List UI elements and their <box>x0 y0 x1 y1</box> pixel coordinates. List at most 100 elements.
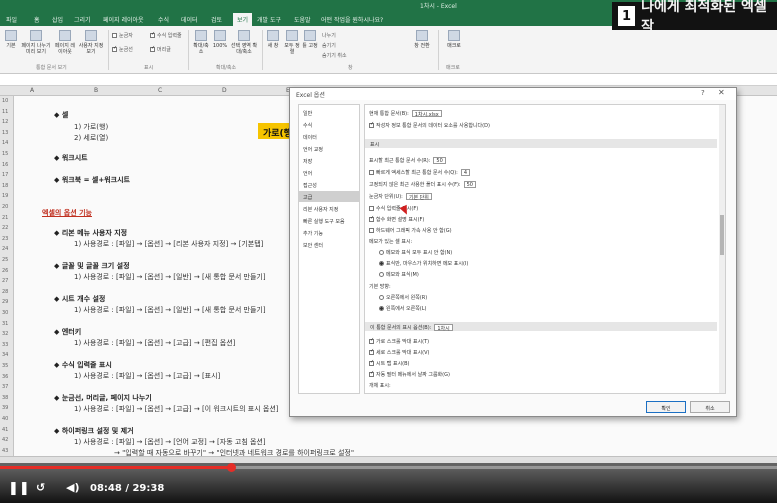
option-checkbox[interactable]: 세로 스크롤 막대 표시(V) <box>369 349 430 356</box>
tab-8[interactable]: 보기 <box>233 13 253 26</box>
tab-7[interactable]: 검토 <box>211 15 222 24</box>
help-icon[interactable]: ? <box>701 89 705 97</box>
column-header[interactable]: B <box>94 87 98 94</box>
sheet-title[interactable]: 엑셀의 옵션 기능 <box>42 208 92 218</box>
tab-11[interactable]: 어떤 작업을 원하시나요? <box>321 15 383 24</box>
arrange-all-button[interactable]: 모두 정렬 <box>284 30 300 55</box>
section-heading[interactable]: ◆ 눈금선, 머리글, 페이지 나누기 <box>54 393 152 403</box>
row-header[interactable]: 43 <box>2 448 8 454</box>
option-checkbox[interactable]: 작성자 정보 통합 문서의 데이터 요소를 사용합니다(D) <box>369 122 490 129</box>
section-heading[interactable]: ◆ 하이퍼링크 설정 및 제거 <box>54 426 134 436</box>
path-line[interactable]: 1) 사용경로 : [파일] → [옵션] → [고급] → [이 워크시트의 … <box>74 404 279 414</box>
formula-bar-checkbox[interactable]: 수식 입력줄 <box>150 32 182 39</box>
section-heading[interactable]: ◆ 시트 개수 설정 <box>54 294 105 304</box>
path-line[interactable]: 1) 사용경로 : [파일] → [옵션] → [고급] → [편집 옵션] <box>74 338 235 348</box>
option-checkbox[interactable]: 가로 스크롤 막대 표시(T) <box>369 338 429 345</box>
switch-windows-button[interactable]: 창 전환 <box>412 30 432 49</box>
option-value-box[interactable]: 기본 단위 <box>405 193 432 201</box>
close-icon[interactable]: ✕ <box>718 88 725 97</box>
section-heading[interactable]: ◆ 엔터키 <box>54 327 81 337</box>
section-heading[interactable]: ◆ 수식 입력줄 표시 <box>54 360 112 370</box>
option-radio[interactable]: 오른쪽에서 왼쪽(R) <box>379 294 427 301</box>
row-header[interactable]: 39 <box>2 405 8 411</box>
row-header[interactable]: 16 <box>2 162 8 168</box>
nav-item[interactable]: 언어 <box>299 167 359 178</box>
row-header[interactable]: 19 <box>2 193 8 199</box>
ruler-checkbox[interactable]: 눈금자 <box>112 32 133 39</box>
path-line[interactable]: 1) 가로(행) <box>74 122 108 132</box>
option-checkbox[interactable]: 함수 화면 설명 표시(F) <box>369 216 424 223</box>
path-line[interactable]: 1) 사용경로 : [파일] → [옵션] → [고급] → [표시] <box>74 371 220 381</box>
volume-icon[interactable]: ◀) <box>66 481 80 494</box>
nav-item[interactable]: 데이터 <box>299 131 359 142</box>
progress-knob[interactable] <box>226 463 236 472</box>
zoom-button[interactable]: 확대/축소 <box>192 30 210 55</box>
tab-5[interactable]: 수식 <box>158 15 169 24</box>
tab-9[interactable]: 개발 도구 <box>257 15 281 24</box>
nav-item[interactable]: 리본 사용자 지정 <box>299 203 359 214</box>
pause-icon[interactable]: ❚❚ <box>8 481 30 496</box>
row-header[interactable]: 30 <box>2 310 8 316</box>
option-radio[interactable]: 메모와 표식 모두 표시 안 함(N) <box>379 249 452 256</box>
tab-10[interactable]: 도움말 <box>294 15 311 24</box>
cancel-button[interactable]: 취소 <box>690 401 730 413</box>
row-header[interactable]: 32 <box>2 331 8 337</box>
row-header[interactable]: 17 <box>2 172 8 178</box>
nav-item[interactable]: 수식 <box>299 119 359 130</box>
row-header[interactable]: 24 <box>2 246 8 252</box>
replay-10-icon[interactable]: ↺ <box>36 481 45 494</box>
gridlines-checkbox[interactable]: 눈금선 <box>112 46 133 53</box>
video-progress-bar[interactable] <box>0 463 777 472</box>
option-value-box[interactable]: 4 <box>460 169 471 176</box>
path-line[interactable]: 2) 세로(열) <box>74 133 108 143</box>
path-line[interactable]: 1) 사용경로 : [파일] → [옵션] → [언어 교정] → [자동 고침… <box>74 437 266 447</box>
option-radio[interactable]: 표식만, 마우스가 위치하면 메모 표시(I) <box>379 260 468 267</box>
nav-item[interactable]: 빠른 실행 도구 모음 <box>299 215 359 226</box>
headings-checkbox[interactable]: 머리글 <box>150 46 171 53</box>
path-line[interactable]: 1) 사용경로 : [파일] → [옵션] → [일반] → [새 통합 문서 … <box>74 305 266 315</box>
column-header[interactable]: A <box>30 87 34 94</box>
option-checkbox[interactable]: 빠르게 액세스할 최근 통합 문서 수(Q): 4 <box>369 169 471 176</box>
option-value-box[interactable]: 1차시 <box>434 324 453 332</box>
macros-button[interactable]: 매크로 <box>444 30 464 49</box>
freeze-panes-button[interactable]: 틀 고정 <box>302 30 318 49</box>
row-header[interactable]: 10 <box>2 98 8 104</box>
path-line[interactable]: 1) 사용경로 : [파일] → [옵션] → [리본 사용자 지정] → [기… <box>74 239 263 249</box>
custom-views-button[interactable]: 사용자 지정 보기 <box>78 30 104 55</box>
column-header[interactable]: D <box>222 87 227 94</box>
row-header[interactable]: 35 <box>2 363 8 369</box>
row-header[interactable]: 42 <box>2 437 8 443</box>
option-checkbox[interactable]: 시트 탭 표시(B) <box>369 360 410 367</box>
option-checkbox[interactable]: 수식 입력줄 표시(F) <box>369 205 418 212</box>
tab-3[interactable]: 그리기 <box>74 15 91 24</box>
option-radio[interactable]: 메모와 표식(M) <box>379 271 419 278</box>
new-window-button[interactable]: 새 창 <box>266 30 280 49</box>
row-header[interactable]: 29 <box>2 299 8 305</box>
section-heading[interactable]: ◆ 워크북 = 셀+워크시트 <box>54 175 130 185</box>
row-header[interactable]: 21 <box>2 215 8 221</box>
row-header[interactable]: 37 <box>2 384 8 390</box>
hide-option[interactable]: 숨기기 <box>322 42 336 49</box>
row-header[interactable]: 12 <box>2 119 8 125</box>
tab-2[interactable]: 삽입 <box>52 15 63 24</box>
row-header[interactable]: 22 <box>2 225 8 231</box>
row-header[interactable]: 40 <box>2 416 8 422</box>
row-header[interactable]: 34 <box>2 352 8 358</box>
option-checkbox[interactable]: 하드웨어 그래픽 가속 사용 안 함(G) <box>369 227 452 234</box>
row-header[interactable]: 11 <box>2 109 8 115</box>
zoom-100-button[interactable]: 100% <box>212 30 228 49</box>
section-heading[interactable]: ◆ 워크시트 <box>54 153 88 163</box>
nav-item[interactable]: 일반 <box>299 107 359 118</box>
row-header[interactable]: 25 <box>2 257 8 263</box>
ok-button[interactable]: 확인 <box>646 401 686 413</box>
row-header[interactable]: 20 <box>2 204 8 210</box>
page-layout-button[interactable]: 페이지 레이아웃 <box>54 30 76 55</box>
row-header[interactable]: 41 <box>2 427 8 433</box>
options-scrollbar[interactable] <box>719 105 725 393</box>
view-normal-button[interactable]: 기본 <box>4 30 18 49</box>
row-header[interactable]: 26 <box>2 268 8 274</box>
section-heading[interactable]: ◆ 셀 <box>54 110 68 120</box>
path-line[interactable]: 1) 사용경로 : [파일] → [옵션] → [일반] → [새 통합 문서 … <box>74 272 266 282</box>
nav-item[interactable]: 추가 기능 <box>299 227 359 238</box>
row-header[interactable]: 28 <box>2 289 8 295</box>
